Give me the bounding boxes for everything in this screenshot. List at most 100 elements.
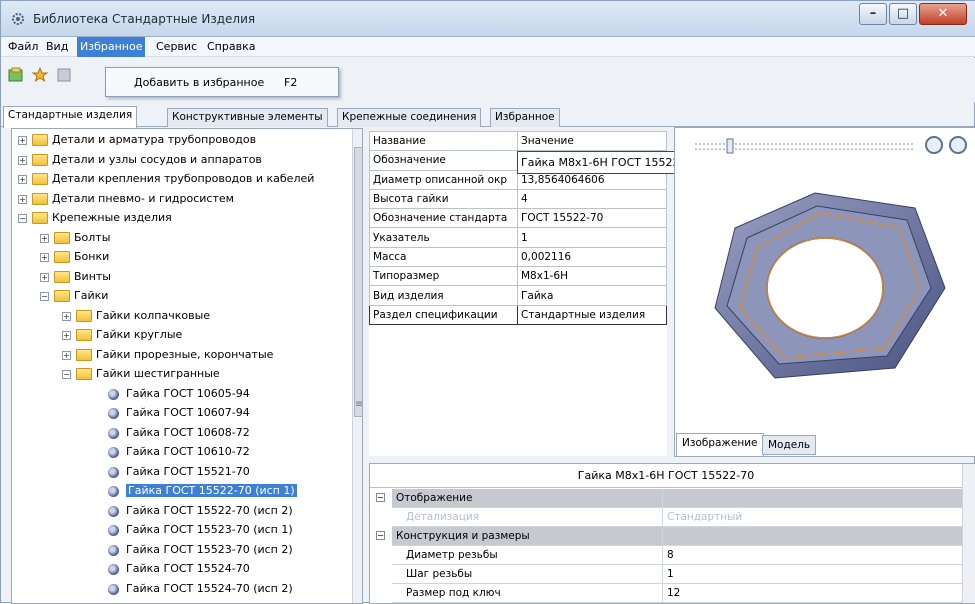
parameter-row[interactable]: Диаметр резьбы 8 <box>370 546 962 565</box>
parameters-scrollbar[interactable] <box>962 464 975 603</box>
tree-label: Гайка ГОСТ 15523-70 (исп 2) <box>126 542 293 556</box>
menu-favorites[interactable]: Избранное <box>77 37 146 57</box>
favorites-dropdown: Добавить в избранное F2 <box>105 67 339 97</box>
tree-label: Гайка ГОСТ 15523-70 (исп 1) <box>126 523 293 536</box>
parameter-name: Конструкция и размеры <box>392 527 662 546</box>
tree-label: Гайка ГОСТ 10610-72 <box>126 445 250 458</box>
tree-label: Гайка ГОСТ 10605-94 <box>126 386 250 400</box>
scroll-thumb[interactable] <box>354 147 362 417</box>
minimize-button[interactable]: – <box>859 3 887 25</box>
expand-icon[interactable]: + <box>62 311 71 321</box>
folder-icon <box>32 153 48 166</box>
parameter-category[interactable]: − Отображение <box>370 489 962 508</box>
folder-icon <box>76 329 92 341</box>
expand-icon[interactable]: + <box>18 136 27 145</box>
expand-icon[interactable]: + <box>62 331 71 340</box>
zoom-in-icon[interactable] <box>925 136 943 154</box>
expand-icon[interactable]: + <box>62 350 71 360</box>
tab-fasteners[interactable]: Крепежные соединения <box>337 108 482 127</box>
property-row[interactable]: Указатель 1 <box>369 227 667 248</box>
collapse-icon[interactable]: − <box>62 370 71 379</box>
tab-standard[interactable]: Стандартные изделия <box>3 106 138 128</box>
parameter-row[interactable]: Шаг резьбы 1 <box>370 565 962 584</box>
parameter-value: 1 <box>662 565 962 584</box>
splitter-grip[interactable]: ≡ <box>355 399 362 410</box>
parameter-name: Шаг резьбы <box>392 565 662 584</box>
collapse-icon[interactable]: − <box>40 292 49 301</box>
tree-label: Гайка ГОСТ 15521-70 <box>126 464 250 478</box>
tab-image[interactable]: Изображение <box>676 433 764 457</box>
tab-favorites[interactable]: Избранное <box>490 108 560 127</box>
properties-panel: Название Значение Обозначение Гайка М8х1-… <box>369 130 667 456</box>
menu-help[interactable]: Справка <box>204 40 258 53</box>
tree-label: Винты <box>74 269 111 283</box>
folder-icon <box>32 192 48 205</box>
main-tabs: Стандартные изделия Конструктивные элеме… <box>1 105 975 128</box>
tree-label: Детали крепления трубопроводов и кабелей <box>52 172 315 185</box>
menu-service[interactable]: Сервис <box>153 40 200 53</box>
property-value: Гайка <box>517 285 667 306</box>
property-name: Типоразмер <box>369 266 518 287</box>
property-row[interactable]: Раздел спецификации Стандартные изделия <box>369 304 667 325</box>
tree-label: Детали и узлы сосудов и аппаратов <box>52 152 262 166</box>
collapse-icon[interactable]: − <box>18 214 27 223</box>
add-to-favorites-item[interactable]: Добавить в избранное <box>134 76 264 89</box>
tree-label: Гайка ГОСТ 10608-72 <box>126 425 250 439</box>
tree-label: Гайки прорезные, корончатые <box>96 347 274 361</box>
expand-icon[interactable]: + <box>18 175 27 184</box>
app-icon <box>12 13 24 25</box>
property-row[interactable]: Обозначение стандарта ГОСТ 15522-70 <box>369 208 667 229</box>
expand-icon[interactable]: + <box>18 155 27 165</box>
property-value: 0,002116 <box>517 246 667 268</box>
expand-icon[interactable]: + <box>40 253 49 262</box>
nut-icon <box>108 525 119 536</box>
tool-icon[interactable] <box>55 66 73 84</box>
folder-icon <box>54 270 70 283</box>
property-name: Диаметр описанной окр <box>369 169 518 190</box>
parameter-value <box>662 527 962 546</box>
expand-icon[interactable]: + <box>40 233 49 243</box>
expand-icon[interactable]: + <box>18 194 27 204</box>
collapse-icon[interactable]: − <box>376 531 385 540</box>
parameters-title: Гайка М8х1-6Н ГОСТ 15522-70 <box>370 464 962 488</box>
tree-label: Детали пневмо- и гидросистем <box>52 191 234 205</box>
header-value: Значение <box>517 130 667 152</box>
tree-scrollbar[interactable] <box>352 129 362 603</box>
expand-icon[interactable]: + <box>40 272 49 282</box>
property-row[interactable]: Масса 0,002116 <box>369 246 667 268</box>
tab-constructive[interactable]: Конструктивные элементы <box>167 108 328 127</box>
nut-model-image <box>714 192 946 379</box>
close-button[interactable]: ✕ <box>919 3 967 25</box>
zoom-slider[interactable] <box>693 138 915 154</box>
folder-icon <box>76 348 92 361</box>
property-row[interactable]: Типоразмер М8х1-6Н <box>369 266 667 287</box>
folder-icon <box>54 231 70 244</box>
property-name: Масса <box>369 246 518 268</box>
tree-label: Бонки <box>74 250 110 263</box>
parameter-value <box>662 489 962 508</box>
parameters-panel: Гайка М8х1-6Н ГОСТ 15522-70 − Отображение… <box>369 463 975 604</box>
maximize-button[interactable]: □ <box>889 3 917 25</box>
tree-label: Гайка ГОСТ 15524-70 (исп 2) <box>126 581 293 595</box>
tab-model[interactable]: Модель <box>762 435 817 455</box>
parameter-category[interactable]: − Конструкция и размеры <box>370 527 962 546</box>
parameter-value: 8 <box>662 546 962 565</box>
parameter-row[interactable]: Размер под ключ 12 <box>370 584 962 603</box>
menu-view[interactable]: Вид <box>43 40 71 53</box>
zoom-out-icon[interactable] <box>949 136 967 154</box>
parameter-name: Размер под ключ <box>392 584 662 603</box>
property-row[interactable]: Вид изделия Гайка <box>369 285 667 306</box>
property-row[interactable]: Высота гайки 4 <box>369 188 667 210</box>
tree-label: Гайки круглые <box>96 328 183 341</box>
nut-icon <box>108 544 119 556</box>
parameter-row[interactable]: Детализация Стандартный <box>370 508 962 527</box>
tree-label: Гайки <box>74 289 109 302</box>
menu-file[interactable]: Файл <box>5 40 41 53</box>
nut-icon <box>108 583 119 595</box>
nut-icon <box>108 505 119 517</box>
star-icon[interactable] <box>31 66 49 84</box>
open-library-icon[interactable] <box>7 66 25 84</box>
tree-label: Гайка ГОСТ 15522-70 (исп 2) <box>126 503 293 517</box>
collapse-icon[interactable]: − <box>376 493 385 502</box>
window-title: Библиотека Стандартные Изделия <box>33 12 256 26</box>
